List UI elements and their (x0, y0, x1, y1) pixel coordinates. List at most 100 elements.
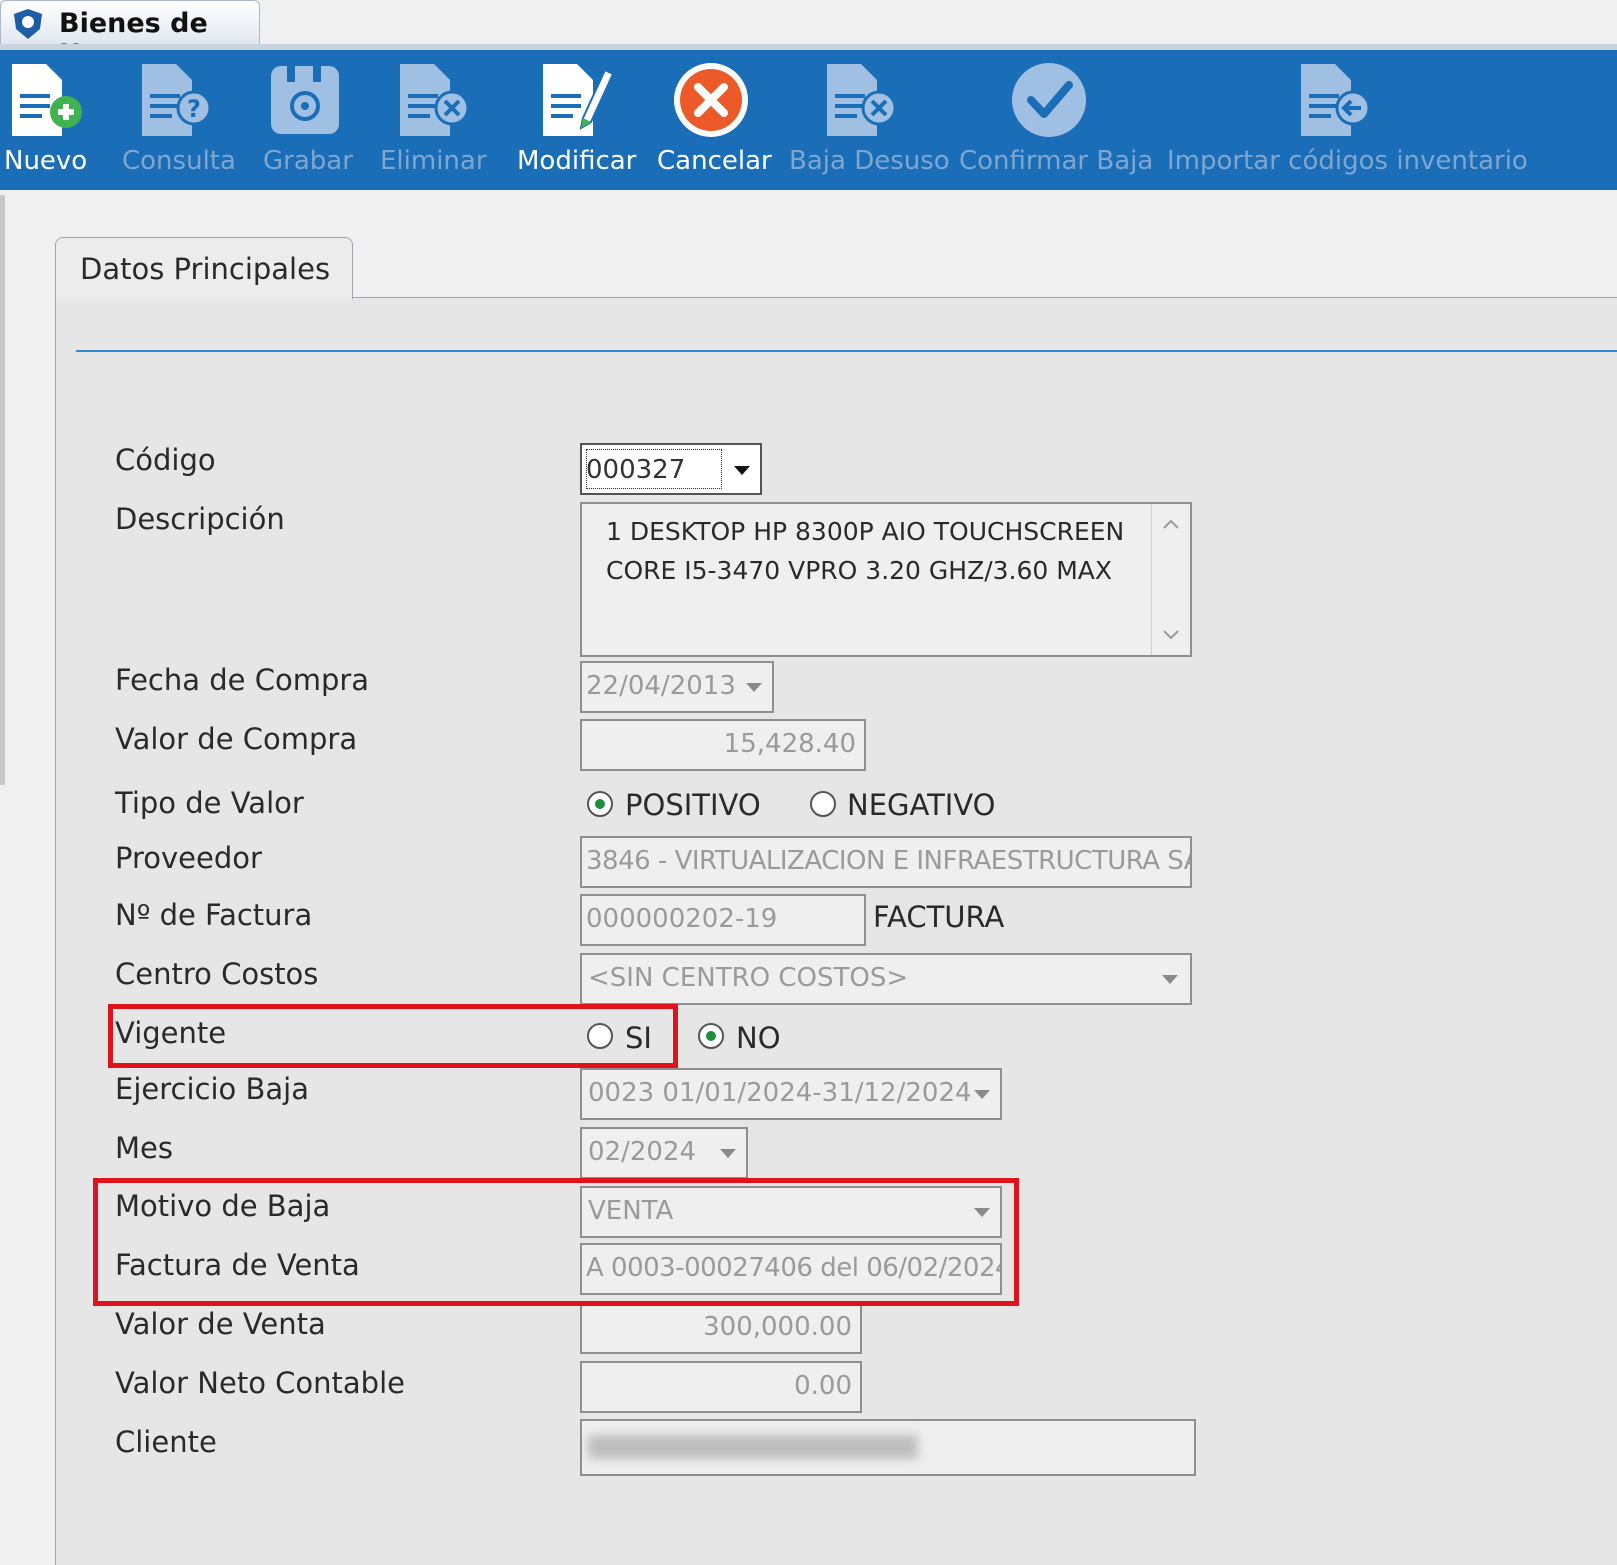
mes-select[interactable]: 02/2024 (580, 1127, 748, 1179)
chevron-down-icon[interactable] (720, 1149, 736, 1158)
factura-label: Nº de Factura (115, 898, 313, 932)
descripcion-line-1: 1 DESKTOP HP 8300P AIO TOUCHSCREEN (606, 517, 1125, 546)
factura-value: 000000202-19 (586, 904, 778, 934)
svg-text:?: ? (187, 95, 201, 123)
negativo-radio[interactable] (810, 791, 836, 817)
valor-neto-label: Valor Neto Contable (115, 1366, 405, 1400)
left-splitter[interactable] (0, 195, 5, 785)
ejercicio-baja-label: Ejercicio Baja (115, 1072, 309, 1106)
new-doc-icon (12, 64, 82, 136)
toolbar: Nuevo ? Consulta Grabar Eliminar Modific… (0, 50, 1617, 190)
vigente-no-radio[interactable] (698, 1023, 724, 1049)
fecha-compra-value: 22/04/2013 (586, 671, 736, 701)
checkmark-icon (1012, 63, 1086, 137)
baja-desuso-label: Baja Desuso (789, 146, 950, 176)
factura-venta-label: Factura de Venta (115, 1248, 360, 1282)
app-shield-icon (14, 9, 42, 39)
importar-codigos-button[interactable]: Importar códigos inventario (1163, 50, 1528, 190)
scroll-up-icon[interactable] (1162, 518, 1180, 530)
proveedor-value: 3846 - VIRTUALIZACION E INFRAESTRUCTURA … (586, 846, 1192, 876)
cancelar-label: Cancelar (657, 146, 772, 176)
valor-compra-field[interactable]: 15,428.40 (580, 719, 866, 771)
codigo-combo[interactable]: 000327 (580, 443, 762, 495)
valor-compra-value: 15,428.40 (723, 729, 856, 759)
confirmar-baja-label: Confirmar Baja (959, 146, 1154, 176)
modificar-button[interactable]: Modificar (515, 50, 637, 190)
positivo-label: POSITIVO (625, 788, 761, 822)
confirmar-baja-button[interactable]: Confirmar Baja (955, 50, 1153, 190)
negativo-label: NEGATIVO (847, 788, 996, 822)
tab-datos-principales[interactable]: Datos Principales (55, 237, 353, 299)
valor-venta-label: Valor de Venta (115, 1307, 326, 1341)
factura-field[interactable]: 000000202-19 (580, 894, 866, 946)
valor-venta-field[interactable]: 300,000.00 (580, 1302, 862, 1354)
cliente-field[interactable] (580, 1419, 1196, 1476)
vigente-no-label: NO (736, 1021, 781, 1055)
window-tab[interactable]: Bienes de Uso (0, 0, 260, 70)
vigente-si-label: SI (625, 1021, 652, 1055)
save-icon (271, 66, 339, 134)
consulta-button[interactable]: ? Consulta (118, 50, 236, 190)
mes-value: 02/2024 (588, 1137, 697, 1167)
query-doc-icon: ? (142, 64, 212, 136)
positivo-radio[interactable] (587, 791, 613, 817)
fecha-compra-label: Fecha de Compra (115, 663, 370, 697)
descripcion-line-2: CORE I5-3470 VPRO 3.20 GHZ/3.60 MAX (606, 556, 1113, 585)
descripcion-label: Descripción (115, 502, 285, 536)
edit-doc-icon (543, 64, 615, 136)
cliente-label: Cliente (115, 1425, 217, 1459)
tab-label: Datos Principales (80, 252, 331, 286)
ejercicio-baja-value: 0023 01/01/2024-31/12/2024 (588, 1078, 972, 1108)
descripcion-textarea[interactable]: 1 DESKTOP HP 8300P AIO TOUCHSCREEN CORE … (580, 502, 1192, 657)
factura-venta-field[interactable]: A 0003-00027406 del 06/02/2024 (580, 1243, 1002, 1295)
vigente-si-radio[interactable] (587, 1023, 613, 1049)
radio-selected-dot (595, 799, 605, 809)
grabar-button[interactable]: Grabar (255, 50, 355, 190)
fecha-compra-picker[interactable]: 22/04/2013 (580, 661, 774, 713)
centro-costos-label: Centro Costos (115, 957, 319, 991)
motivo-baja-select[interactable]: VENTA (580, 1186, 1002, 1238)
importar-codigos-label: Importar códigos inventario (1167, 146, 1528, 176)
centro-costos-value: <SIN CENTRO COSTOS> (588, 963, 909, 993)
chevron-down-icon[interactable] (1162, 975, 1178, 984)
section-divider (76, 350, 1617, 352)
factura-venta-value: A 0003-00027406 del 06/02/2024 (586, 1253, 1002, 1283)
eliminar-label: Eliminar (380, 146, 487, 176)
vertical-scrollbar[interactable] (1151, 504, 1190, 655)
valor-compra-label: Valor de Compra (115, 722, 358, 756)
chevron-down-icon[interactable] (974, 1090, 990, 1099)
import-doc-icon (1301, 64, 1371, 136)
valor-neto-field[interactable]: 0.00 (580, 1361, 862, 1413)
factura-type: FACTURA (873, 900, 1005, 934)
radio-selected-dot (706, 1031, 716, 1041)
redacted-client-name (588, 1435, 918, 1459)
chevron-down-icon[interactable] (734, 466, 750, 475)
vigente-label: Vigente (115, 1016, 227, 1050)
tipo-valor-label: Tipo de Valor (115, 786, 304, 820)
centro-costos-select[interactable]: <SIN CENTRO COSTOS> (580, 953, 1192, 1005)
scroll-down-icon[interactable] (1162, 629, 1180, 641)
mes-label: Mes (115, 1131, 173, 1165)
valor-neto-value: 0.00 (794, 1371, 852, 1401)
nuevo-button[interactable]: Nuevo (0, 50, 88, 190)
disuse-doc-icon (827, 64, 897, 136)
valor-venta-value: 300,000.00 (703, 1312, 852, 1342)
nuevo-label: Nuevo (4, 146, 88, 176)
grabar-label: Grabar (263, 146, 353, 176)
ejercicio-baja-select[interactable]: 0023 01/01/2024-31/12/2024 (580, 1068, 1002, 1120)
eliminar-button[interactable]: Eliminar (380, 50, 490, 190)
codigo-value: 000327 (586, 455, 686, 485)
chevron-down-icon[interactable] (974, 1208, 990, 1217)
codigo-label: Código (115, 443, 216, 477)
chevron-down-icon[interactable] (746, 683, 762, 692)
delete-doc-icon (400, 64, 470, 136)
cancelar-button[interactable]: Cancelar (655, 50, 772, 190)
modificar-label: Modificar (517, 146, 637, 176)
baja-desuso-button[interactable]: Baja Desuso (785, 50, 950, 190)
consulta-label: Consulta (122, 146, 236, 176)
motivo-baja-value: VENTA (588, 1196, 674, 1226)
cancel-icon (674, 63, 748, 137)
motivo-baja-label: Motivo de Baja (115, 1189, 331, 1223)
proveedor-label: Proveedor (115, 841, 262, 875)
proveedor-field[interactable]: 3846 - VIRTUALIZACION E INFRAESTRUCTURA … (580, 836, 1192, 888)
